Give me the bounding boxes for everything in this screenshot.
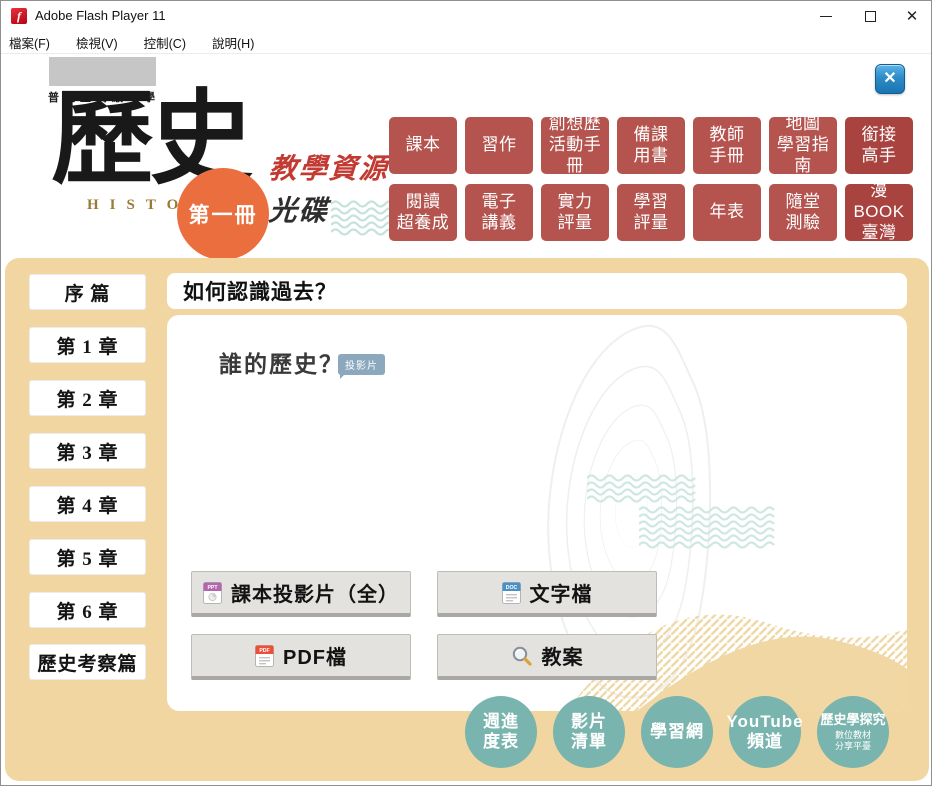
resource-button-2[interactable]: PDF PDF檔 [191, 634, 411, 680]
top-menu-button[interactable]: 習作 [465, 117, 533, 174]
sidebar-item-2[interactable]: 第 2 章 [29, 380, 146, 416]
top-menu-button[interactable]: 課本 [389, 117, 457, 174]
circle-label: YouTube 頻道 [726, 711, 804, 751]
maximize-icon[interactable] [853, 1, 887, 31]
top-menu-button[interactable]: 年表 [693, 184, 761, 241]
magnifier-icon [511, 645, 533, 667]
flash-player-window: f Adobe Flash Player 11 ✕ 檔案(F) 檢視(V) 控制(C… [0, 0, 932, 786]
sidebar-item-3[interactable]: 第 3 章 [29, 433, 146, 469]
menu-bar: 檔案(F) 檢視(V) 控制(C) 說明(H) [1, 31, 931, 54]
minimize-icon[interactable] [809, 1, 843, 31]
flash-app-icon: f [11, 8, 27, 24]
wave-pattern-decoration [587, 474, 697, 503]
top-menu-button[interactable]: 隨堂 測驗 [769, 184, 837, 241]
svg-text:DOC: DOC [505, 585, 517, 591]
slides-badge: 投影片 [338, 354, 385, 379]
top-menu-button[interactable]: 漫BOOK 臺灣 [845, 181, 913, 242]
footer-circle-1[interactable]: 影片 清單 [553, 696, 625, 768]
circle-label: 學習網 [650, 721, 704, 741]
circle-label: 週進 度表 [483, 711, 519, 751]
menu-item[interactable]: 檢視(V) [76, 33, 131, 52]
hills-decoration [567, 614, 907, 711]
sidebar-item-6[interactable]: 第 6 章 [29, 592, 146, 628]
top-menu-button[interactable]: 創想歷 活動手冊 [541, 114, 609, 175]
footer-circle-0[interactable]: 週進 度表 [465, 696, 537, 768]
section-header: 如何認識過去？ [167, 273, 907, 309]
footer-circle-2[interactable]: 學習網 [641, 696, 713, 768]
resource-button-label: PDF檔 [283, 647, 347, 669]
top-menu-button[interactable]: 學習 評量 [617, 184, 685, 241]
wave-pattern-decoration [639, 506, 776, 549]
svg-text:PDF: PDF [259, 648, 269, 654]
resource-button-label: 課本投影片（全） [231, 584, 399, 606]
top-menu-button[interactable]: 電子 講義 [465, 184, 533, 241]
window-titlebar: f Adobe Flash Player 11 ✕ [1, 1, 931, 31]
content-panel: 誰的歷史？ 投影片 PPT 課本投影片（全） DOC 文字檔 PDF PDF檔 教案 [167, 315, 907, 711]
menu-item[interactable]: 控制(C) [144, 33, 199, 52]
circle-label: 歷史學探究 [820, 711, 886, 727]
sidebar-item-7[interactable]: 歷史考察篇 [29, 644, 146, 680]
circle-sublabel: 數位教材 分享平臺 [834, 729, 871, 751]
volume-badge: 第一冊 [177, 168, 269, 260]
top-menu-button[interactable]: 教師 手冊 [693, 117, 761, 174]
resource-button-label: 文字檔 [529, 584, 593, 606]
resource-button-0[interactable]: PPT 課本投影片（全） [191, 571, 411, 617]
close-icon[interactable]: ✕ [895, 1, 929, 31]
app-close-button[interactable]: ✕ [875, 64, 905, 94]
sidebar-item-5[interactable]: 第 5 章 [29, 539, 146, 575]
top-menu-button[interactable]: 閱讀 超養成 [389, 184, 457, 241]
menu-item[interactable]: 說明(H) [212, 33, 267, 52]
top-menu-button[interactable]: 備課 用書 [617, 117, 685, 174]
top-menu-button[interactable]: 實力 評量 [541, 184, 609, 241]
svg-text:PPT: PPT [207, 585, 218, 591]
top-menu-button[interactable]: 銜接 高手 [845, 117, 913, 174]
resource-button-1[interactable]: DOC 文字檔 [437, 571, 657, 617]
window-title: Adobe Flash Player 11 [35, 8, 166, 23]
menu-item[interactable]: 檔案(F) [9, 33, 63, 52]
top-button-grid: 課本 習作 創想歷 活動手冊 備課 用書 教師 手冊 地圖 學習指南 銜接 高手閱讀 超養成… [389, 114, 913, 242]
footer-circle-3[interactable]: YouTube 頻道 [726, 696, 804, 768]
sidebar-item-4[interactable]: 第 4 章 [29, 486, 146, 522]
footer-circle-4[interactable]: 歷史學探究數位教材 分享平臺 [817, 696, 889, 768]
sidebar-item-0[interactable]: 序 篇 [29, 274, 146, 310]
top-menu-button[interactable]: 地圖 學習指南 [769, 114, 837, 175]
sidebar-item-1[interactable]: 第 1 章 [29, 327, 146, 363]
pdf-file-icon: PDF [255, 644, 274, 667]
circle-label: 影片 清單 [571, 711, 607, 751]
main-panel: 如何認識過去？ 誰的歷史？ 投影片 PPT 課本投影片（全） DOC 文字檔 P… [5, 258, 929, 781]
resource-button-3[interactable]: 教案 [437, 634, 657, 680]
section-title: 如何認識過去？ [183, 281, 337, 304]
resource-button-label: 教案 [541, 647, 584, 669]
resource-text: 教學資源 [267, 153, 390, 184]
doc-file-icon: DOC [501, 581, 521, 604]
topic-title: 誰的歷史？ [219, 351, 344, 377]
ppt-file-icon: PPT [203, 581, 222, 604]
disc-text: 光碟 [267, 195, 330, 226]
